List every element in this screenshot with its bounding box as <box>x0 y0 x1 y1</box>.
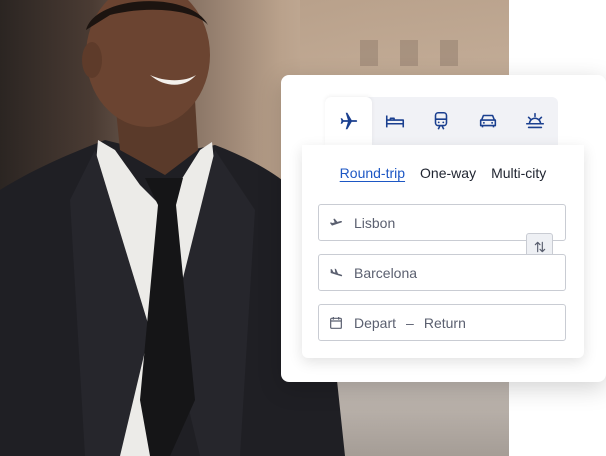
train-icon <box>435 111 448 130</box>
destination-value: Barcelona <box>354 264 418 281</box>
tab-trains[interactable] <box>418 97 465 145</box>
sunrise-vacation-icon <box>525 112 544 129</box>
depart-placeholder: Depart <box>354 314 397 331</box>
tab-flights[interactable] <box>325 97 372 145</box>
date-range-field[interactable]: Depart – Return <box>318 304 566 341</box>
trip-type-round-trip[interactable]: Round-trip <box>340 165 405 181</box>
swap-arrows-icon <box>534 241 545 252</box>
flight-icon <box>340 112 358 130</box>
trip-type-selector: Round-trip One-way Multi-city <box>302 165 584 181</box>
landing-icon <box>328 265 344 281</box>
origin-value: Lisbon <box>354 214 396 231</box>
trip-type-multi-city[interactable]: Multi-city <box>491 165 546 181</box>
travel-type-tabs <box>325 97 558 145</box>
flight-search-panel: Round-trip One-way Multi-city Lisbon Bar… <box>302 145 584 358</box>
building-window <box>440 40 458 66</box>
tab-vacations[interactable] <box>511 97 558 145</box>
tab-cars[interactable] <box>465 97 512 145</box>
car-icon <box>479 114 497 128</box>
calendar-icon <box>328 315 344 331</box>
building-window <box>360 40 378 66</box>
hotel-bed-icon <box>385 115 404 128</box>
trip-type-one-way[interactable]: One-way <box>420 165 476 181</box>
return-placeholder: Return <box>423 314 466 331</box>
date-separator: – <box>406 314 414 331</box>
takeoff-icon <box>328 215 344 231</box>
destination-field[interactable]: Barcelona <box>318 254 566 291</box>
building-window <box>400 40 418 66</box>
tab-hotels[interactable] <box>372 97 419 145</box>
